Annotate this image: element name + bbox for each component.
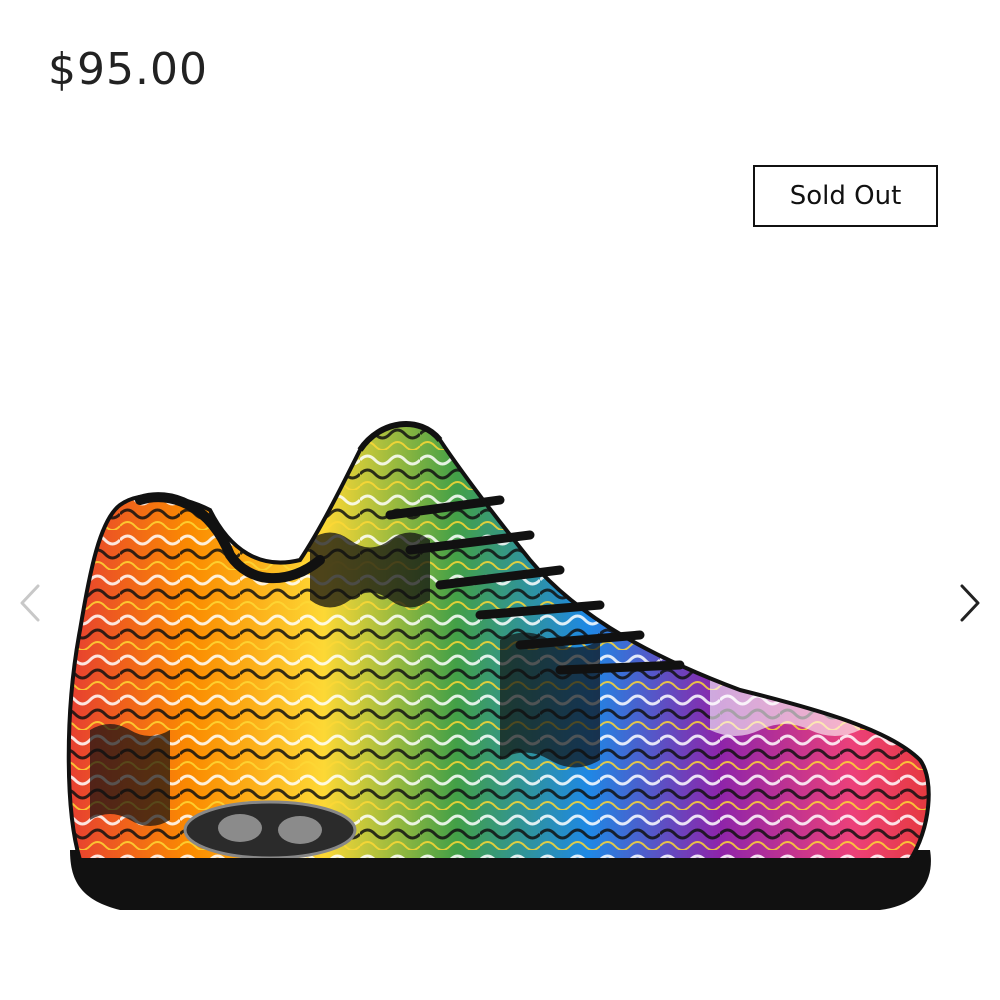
product-page: $95.00 Sold Out [0, 0, 1000, 1000]
gallery-prev-button[interactable] [10, 578, 50, 628]
product-image [60, 410, 940, 930]
chevron-right-icon [960, 584, 980, 622]
gallery-next-button[interactable] [950, 578, 990, 628]
product-price: $95.00 [48, 44, 208, 95]
chevron-left-icon [20, 584, 40, 622]
sneaker-image [66, 421, 931, 910]
sold-out-badge: Sold Out [753, 165, 938, 227]
